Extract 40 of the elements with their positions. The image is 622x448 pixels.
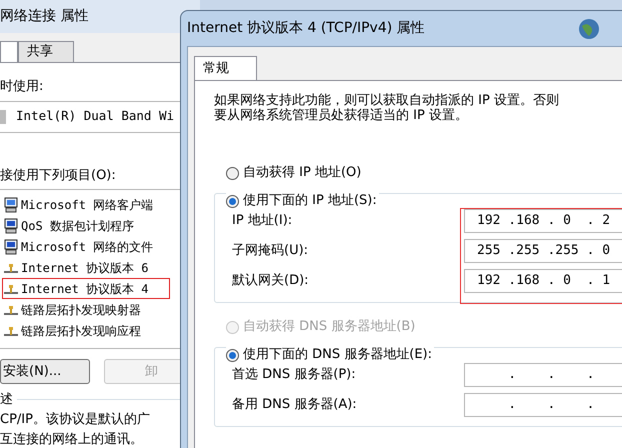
tab[interactable]: 共享 bbox=[18, 41, 74, 62]
computer-icon bbox=[3, 238, 19, 254]
dialog-button[interactable]: 安装(N)... bbox=[0, 359, 90, 384]
list-item[interactable]: Internet 协议版本 4 bbox=[2, 278, 170, 299]
radio-label: 使用下面的 IP 地址(S): bbox=[243, 192, 377, 210]
field-label: 首选 DNS 服务器(P): bbox=[232, 366, 357, 384]
intro-text: 如果网络支持此功能，则可以获取自动指派的 IP 设置。否则 bbox=[214, 93, 560, 108]
section-label: 述 bbox=[0, 391, 13, 409]
radio-button[interactable] bbox=[226, 348, 239, 362]
ip-address-field[interactable]: 192 .168 . 0 . 1 bbox=[464, 269, 622, 293]
list-item[interactable]: Internet 协议版本 6 bbox=[2, 257, 170, 278]
field-label: 子网掩码(U): bbox=[232, 242, 310, 260]
intro-text: 要从网络系统管理员处获得适当的 IP 设置。 bbox=[214, 108, 469, 123]
list-item[interactable]: Microsoft 网络客户端 bbox=[2, 194, 170, 215]
ip-address-field[interactable]: 255 .255 .255 . 0 bbox=[464, 239, 622, 263]
field-label: IP 地址(I): bbox=[232, 212, 294, 230]
radio-button[interactable] bbox=[226, 166, 239, 180]
ip-address-field[interactable]: . . . bbox=[464, 363, 622, 387]
tab[interactable]: 常规 bbox=[194, 56, 257, 80]
list-item[interactable]: Microsoft 网络的文件 bbox=[2, 236, 170, 257]
computer-icon bbox=[3, 196, 19, 212]
radio-button[interactable] bbox=[226, 194, 239, 208]
radio-label: 使用下面的 DNS 服务器地址(E): bbox=[243, 346, 432, 364]
ip-address-field[interactable]: 192 .168 . 0 . 2 bbox=[464, 209, 622, 233]
list-item[interactable]: 链路层拓扑发现响应程 bbox=[2, 320, 170, 341]
list-item[interactable]: 链路层拓扑发现映射器 bbox=[2, 299, 170, 320]
description-text: 互连接的网络上的通讯。 bbox=[0, 430, 144, 448]
window-title: Internet 协议版本 4 (TCP/IPv4) 属性 bbox=[187, 19, 425, 38]
field-label: 默认网关(D): bbox=[232, 272, 310, 290]
description-text: CP/IP。该协议是默认的广 bbox=[0, 410, 151, 428]
globe-icon bbox=[577, 16, 601, 40]
computer-icon bbox=[3, 218, 19, 234]
ip-address-field[interactable]: . . . bbox=[464, 393, 622, 417]
list-item[interactable]: QoS 数据包计划程序 bbox=[2, 215, 170, 236]
radio-label: 自动获得 DNS 服务器地址(B) bbox=[243, 318, 416, 336]
field-label: 备用 DNS 服务器(A): bbox=[232, 396, 358, 414]
section-label: 接使用下列项目(O): bbox=[0, 166, 117, 184]
section-label: 时使用: bbox=[0, 78, 44, 96]
tab[interactable] bbox=[0, 41, 18, 62]
radio-label: 自动获得 IP 地址(O) bbox=[243, 164, 362, 182]
